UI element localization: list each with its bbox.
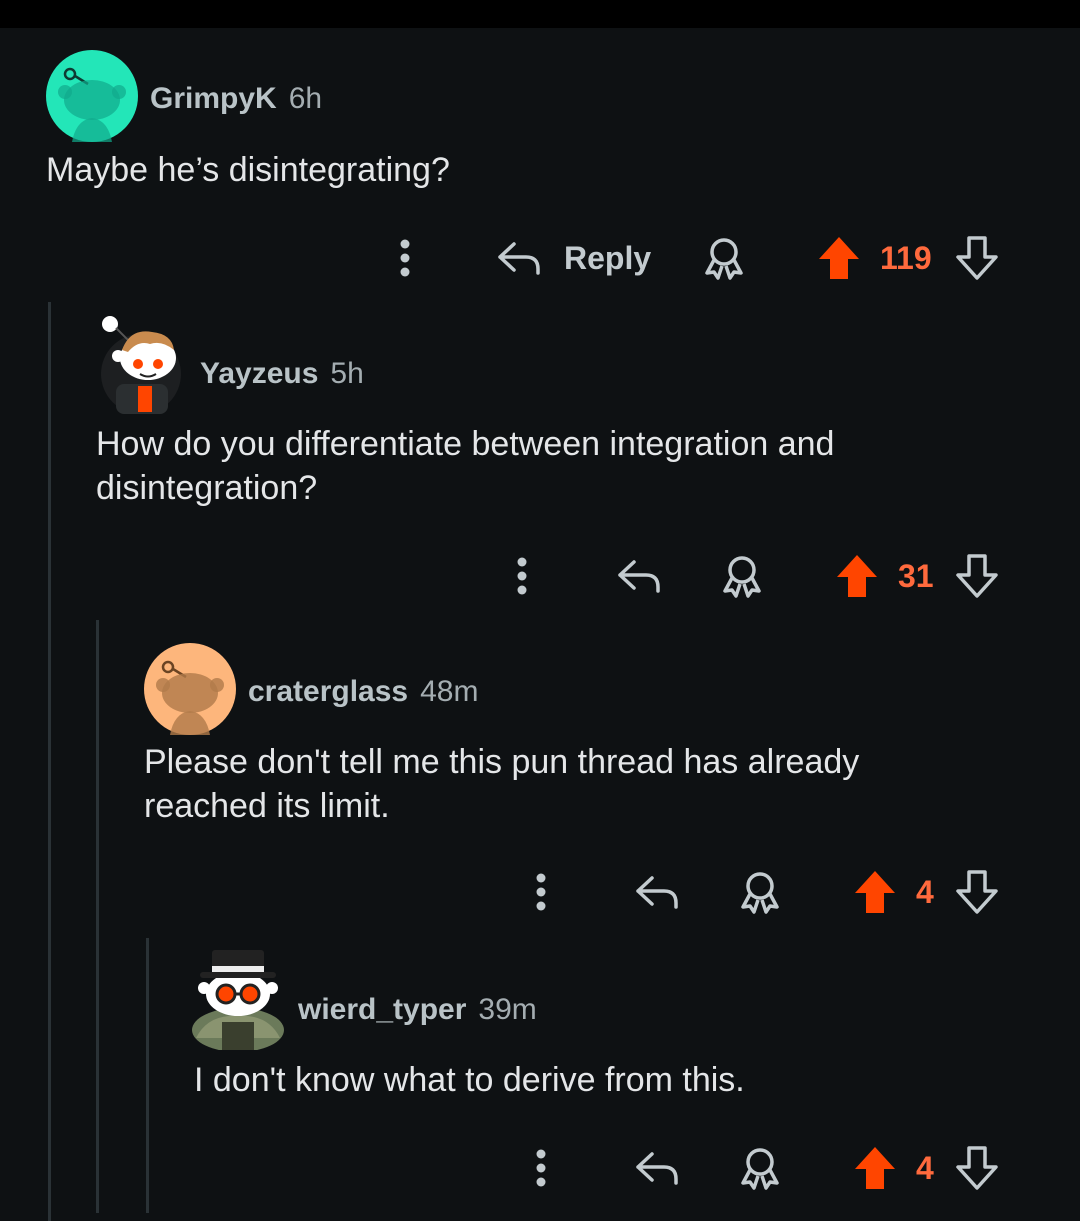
username[interactable]: wierd_typer [298, 993, 466, 1027]
comment-actions: 4 [0, 1138, 1080, 1198]
reply-arrow-icon[interactable] [632, 1138, 682, 1198]
comment-body: I don't know what to derive from this. [194, 1061, 745, 1099]
snoo-custom-avatar-top-hat-icon [192, 950, 284, 1052]
more-vertical-icon[interactable] [524, 1138, 558, 1198]
comment-meta: wierd_typer 39m [298, 993, 537, 1027]
downvote-icon[interactable] [954, 1138, 1000, 1198]
timestamp: 39m [478, 993, 537, 1026]
avatar[interactable] [188, 942, 288, 1052]
award-icon[interactable] [736, 1138, 784, 1198]
comment-wierd-typer: wierd_typer 39m I don't know what to der… [0, 0, 1080, 1221]
vote-score: 4 [916, 1150, 934, 1186]
upvote-icon[interactable] [852, 1138, 898, 1198]
